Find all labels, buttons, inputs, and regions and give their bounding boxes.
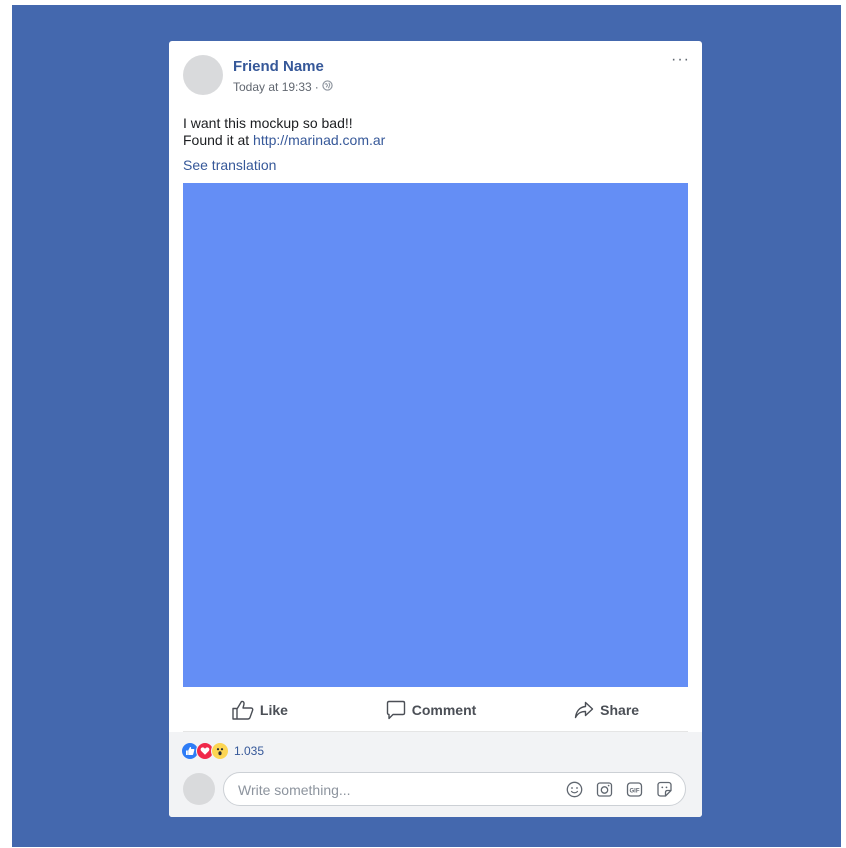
comment-input[interactable]	[236, 773, 560, 807]
post-link[interactable]: http://marinad.com.ar	[253, 132, 385, 148]
post-meta: Today at 19:33 ·	[233, 80, 333, 94]
thumbs-up-icon	[232, 700, 254, 720]
globe-icon	[322, 80, 333, 94]
wow-reaction-icon	[211, 742, 229, 760]
post-photo[interactable]	[183, 183, 688, 687]
post-actions-bar: Like Comment Share	[183, 689, 688, 732]
comment-button[interactable]: Comment	[376, 694, 487, 726]
post-text-prefix: Found it at	[183, 132, 254, 148]
post-text-line2: Found it at http://marinad.com.ar	[183, 132, 385, 149]
reactions-summary[interactable]: 1.035	[181, 742, 264, 760]
post-timestamp[interactable]: Today at 19:33	[233, 80, 312, 94]
reaction-count[interactable]: 1.035	[234, 744, 264, 758]
author-avatar[interactable]	[183, 55, 223, 95]
post-card: Friend Name Today at 19:33 · ··· I want …	[169, 41, 702, 817]
share-label: Share	[600, 702, 640, 718]
like-label: Like	[259, 702, 288, 718]
svg-text:GIF: GIF	[630, 788, 640, 794]
share-arrow-icon	[574, 701, 594, 719]
sticker-icon[interactable]	[656, 781, 673, 803]
post-footer: 1.035 GIF	[169, 732, 702, 817]
post-text: I want this mockup so bad!! Found it at …	[183, 115, 385, 149]
commenter-avatar	[183, 773, 215, 805]
emoji-icon[interactable]	[566, 781, 583, 803]
share-button[interactable]: Share	[564, 695, 649, 725]
post-text-line1: I want this mockup so bad!!	[183, 115, 353, 131]
comment-label: Comment	[411, 702, 477, 718]
comment-tools: GIF	[566, 781, 673, 803]
comment-box[interactable]: GIF	[223, 772, 686, 807]
gif-icon[interactable]: GIF	[626, 781, 643, 803]
camera-icon[interactable]	[596, 781, 613, 803]
like-button[interactable]: Like	[222, 694, 298, 726]
post-options-button[interactable]: ···	[671, 52, 690, 68]
comment-bubble-icon	[386, 700, 406, 720]
meta-separator: ·	[314, 80, 319, 94]
author-name[interactable]: Friend Name	[233, 58, 324, 75]
see-translation-link[interactable]: See translation	[183, 157, 276, 173]
